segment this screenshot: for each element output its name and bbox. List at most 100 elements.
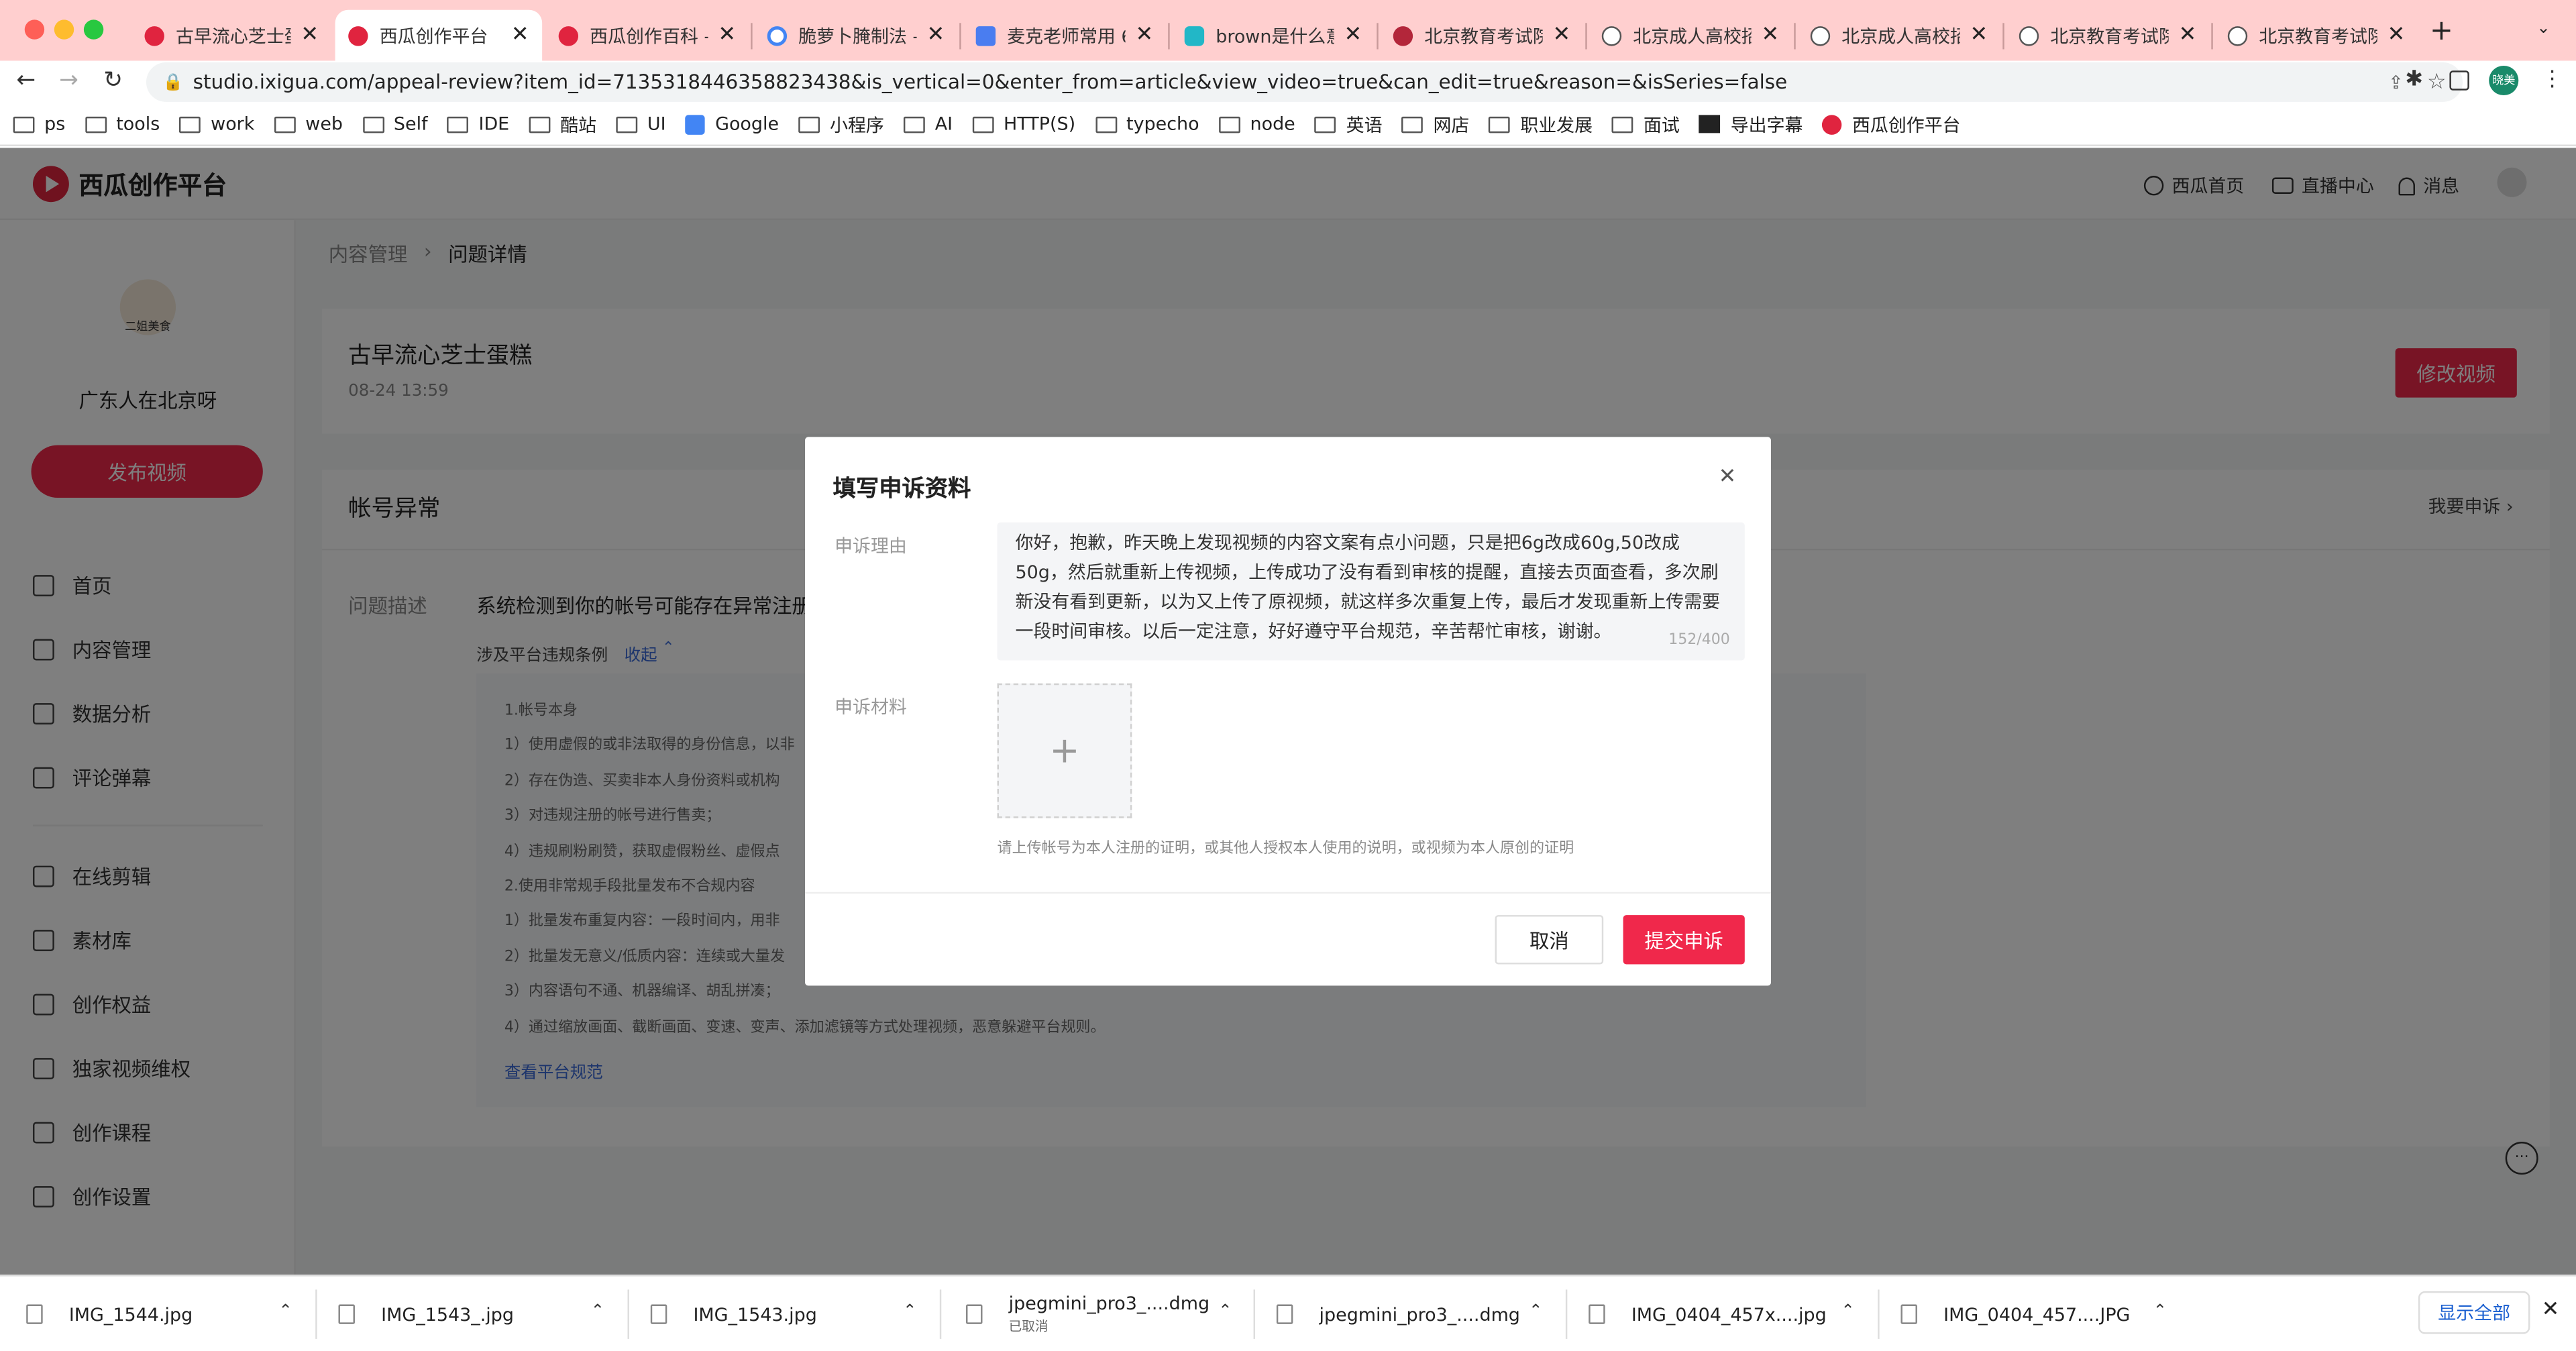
chevron-up-icon[interactable]: ⌃ xyxy=(591,1303,605,1321)
bookmark-item[interactable]: 职业发展 xyxy=(1489,111,1593,137)
chevron-up-icon[interactable]: ⌃ xyxy=(1529,1303,1543,1321)
folder-icon xyxy=(447,115,469,133)
download-item[interactable]: IMG_0404_457....JPG ⌃ xyxy=(1900,1277,2186,1350)
folder-icon xyxy=(1489,115,1511,133)
upload-hint: 请上传帐号为本人注册的证明，或其他人授权本人使用的说明，或视频为本人原创的证明 xyxy=(997,841,1574,858)
chevron-up-icon[interactable]: ⌃ xyxy=(278,1303,292,1321)
bookmark-item[interactable]: HTTP(S) xyxy=(972,113,1075,135)
back-icon[interactable]: ← xyxy=(16,67,36,93)
download-item[interactable]: IMG_1544.jpg ⌃ xyxy=(26,1277,312,1350)
url-text[interactable]: studio.ixigua.com/appeal-review?item_id=… xyxy=(193,70,1788,93)
address-bar[interactable]: 🔒 studio.ixigua.com/appeal-review?item_i… xyxy=(146,62,2463,102)
file-icon xyxy=(26,1304,43,1324)
file-icon xyxy=(1900,1304,1917,1324)
browser-tab[interactable]: 脆萝卜腌制法 - G✕ xyxy=(754,10,958,61)
menu-icon[interactable]: ⋮ xyxy=(2542,67,2563,92)
bookmark-item[interactable]: work xyxy=(179,113,254,135)
bookmark-item[interactable]: 导出字幕 xyxy=(1699,111,1803,137)
bookmark-star-icon[interactable]: ☆ xyxy=(2427,70,2447,95)
browser-tab[interactable]: 古早流心芝士蛋糕✕ xyxy=(131,10,332,61)
browser-tab[interactable]: 北京教育考试院-✕ xyxy=(2214,10,2418,61)
bookmark-item[interactable]: 西瓜创作平台 xyxy=(1822,111,1961,137)
download-item[interactable]: jpegmini_pro3_....dmg ⌃ xyxy=(1276,1277,1562,1350)
download-item[interactable]: jpegmini_pro3_....dmg 已取消 ⌃ xyxy=(966,1277,1252,1350)
reason-textarea[interactable]: 你好，抱歉，昨天晚上发现视频的内容文案有点小问题，只是把6g改成60g,50改成… xyxy=(997,522,1745,661)
bookmark-item[interactable]: 网店 xyxy=(1401,111,1469,137)
bookmark-item[interactable]: tools xyxy=(85,113,160,135)
close-tab-icon[interactable]: ✕ xyxy=(926,23,945,48)
browser-tab[interactable]: 北京成人高校招生✕ xyxy=(1797,10,2001,61)
close-tab-icon[interactable]: ✕ xyxy=(1970,23,1988,48)
bookmark-item[interactable]: UI xyxy=(616,113,666,135)
close-tab-icon[interactable]: ✕ xyxy=(1762,23,1780,48)
google-icon xyxy=(767,25,788,46)
folder-icon xyxy=(85,115,107,133)
bookmark-item[interactable]: Self xyxy=(362,113,428,135)
globe-icon xyxy=(2019,25,2039,46)
sidebar-toggle-icon[interactable] xyxy=(2449,70,2469,91)
close-tab-icon[interactable]: ✕ xyxy=(2179,23,2197,48)
folder-icon xyxy=(179,115,201,133)
bookmark-item[interactable]: IDE xyxy=(447,113,509,135)
bookmark-item[interactable]: Google xyxy=(685,113,779,135)
close-tab-icon[interactable]: ✕ xyxy=(511,23,529,48)
profile-avatar[interactable]: 晓美 xyxy=(2489,65,2519,96)
chevron-up-icon[interactable]: ⌃ xyxy=(1218,1303,1232,1321)
upload-box[interactable]: + xyxy=(997,683,1132,818)
bookmark-item[interactable]: node xyxy=(1218,113,1295,135)
browser-tab[interactable]: 麦克老师常用 62✕ xyxy=(963,10,1167,61)
forward-icon[interactable]: → xyxy=(59,67,78,93)
cancel-button[interactable]: 取消 xyxy=(1495,915,1604,965)
browser-tab-active[interactable]: 西瓜创作平台 ✕ xyxy=(335,9,543,61)
bookmark-item[interactable]: 面试 xyxy=(1612,111,1680,137)
extensions-icon[interactable]: ✱ xyxy=(2405,67,2423,92)
close-tab-icon[interactable]: ✕ xyxy=(2387,23,2406,48)
xigua-icon xyxy=(348,25,368,46)
close-tab-icon[interactable]: ✕ xyxy=(1344,23,1362,48)
bookmark-item[interactable]: 小程序 xyxy=(798,111,884,137)
browser-tab[interactable]: 北京成人高校招生✕ xyxy=(1589,10,1792,61)
reason-text[interactable]: 你好，抱歉，昨天晚上发现视频的内容文案有点小问题，只是把6g改成60g,50改成… xyxy=(1015,529,1729,649)
download-item[interactable]: IMG_1543.jpg ⌃ xyxy=(650,1277,936,1350)
close-icon[interactable]: ✕ xyxy=(1719,465,1737,490)
new-tab-icon[interactable]: + xyxy=(2430,15,2453,48)
file-icon xyxy=(1276,1304,1293,1324)
browser-tab[interactable]: 北京教育考试院 ✕ xyxy=(1380,10,1584,61)
browser-tab[interactable]: 北京教育考试院-✕ xyxy=(2006,10,2210,61)
browser-tab[interactable]: brown是什么意思✕ xyxy=(1171,10,1375,61)
bookmark-item[interactable]: ps xyxy=(13,113,65,135)
close-downloads-icon[interactable]: ✕ xyxy=(2542,1298,2560,1323)
maximize-window-icon[interactable] xyxy=(83,19,104,40)
tab-search-icon[interactable]: ⌄ xyxy=(2536,19,2551,38)
folder-icon xyxy=(13,115,35,133)
submit-appeal-button[interactable]: 提交申诉 xyxy=(1623,915,1745,965)
minimize-window-icon[interactable] xyxy=(54,19,74,40)
file-icon xyxy=(1589,1304,1605,1324)
close-tab-icon[interactable]: ✕ xyxy=(301,23,319,48)
close-tab-icon[interactable]: ✕ xyxy=(1135,23,1153,48)
download-status: 已取消 xyxy=(1008,1319,1049,1334)
folder-icon xyxy=(616,115,638,133)
downloads-bar: IMG_1544.jpg ⌃ IMG_1543_.jpg ⌃ IMG_1543.jp… xyxy=(0,1275,2576,1351)
close-tab-icon[interactable]: ✕ xyxy=(1553,23,1571,48)
share-icon[interactable]: ⇪ xyxy=(2388,72,2404,93)
chevron-up-icon[interactable]: ⌃ xyxy=(903,1303,917,1321)
browser-tab[interactable]: 西瓜创作百科 - 帮✕ xyxy=(545,10,749,61)
folder-icon xyxy=(529,115,551,133)
chevron-up-icon[interactable]: ⌃ xyxy=(2153,1303,2167,1321)
reload-icon[interactable]: ↻ xyxy=(103,67,123,93)
bookmark-item[interactable]: AI xyxy=(904,113,953,135)
bookmark-item[interactable]: typecho xyxy=(1095,113,1199,135)
close-tab-icon[interactable]: ✕ xyxy=(718,23,736,48)
bookmark-item[interactable]: 酷站 xyxy=(529,111,596,137)
file-icon xyxy=(966,1304,983,1324)
bookmark-item[interactable]: web xyxy=(274,113,343,135)
chevron-up-icon[interactable]: ⌃ xyxy=(1841,1303,1855,1321)
bookmark-item[interactable]: 英语 xyxy=(1315,111,1383,137)
download-item[interactable]: IMG_1543_.jpg ⌃ xyxy=(338,1277,624,1350)
download-item[interactable]: IMG_0404_457x....jpg ⌃ xyxy=(1589,1277,1874,1350)
show-all-button[interactable]: 显示全部 xyxy=(2418,1291,2530,1334)
folder-icon xyxy=(798,115,820,133)
doc-icon xyxy=(975,25,996,46)
close-window-icon[interactable] xyxy=(24,19,45,40)
